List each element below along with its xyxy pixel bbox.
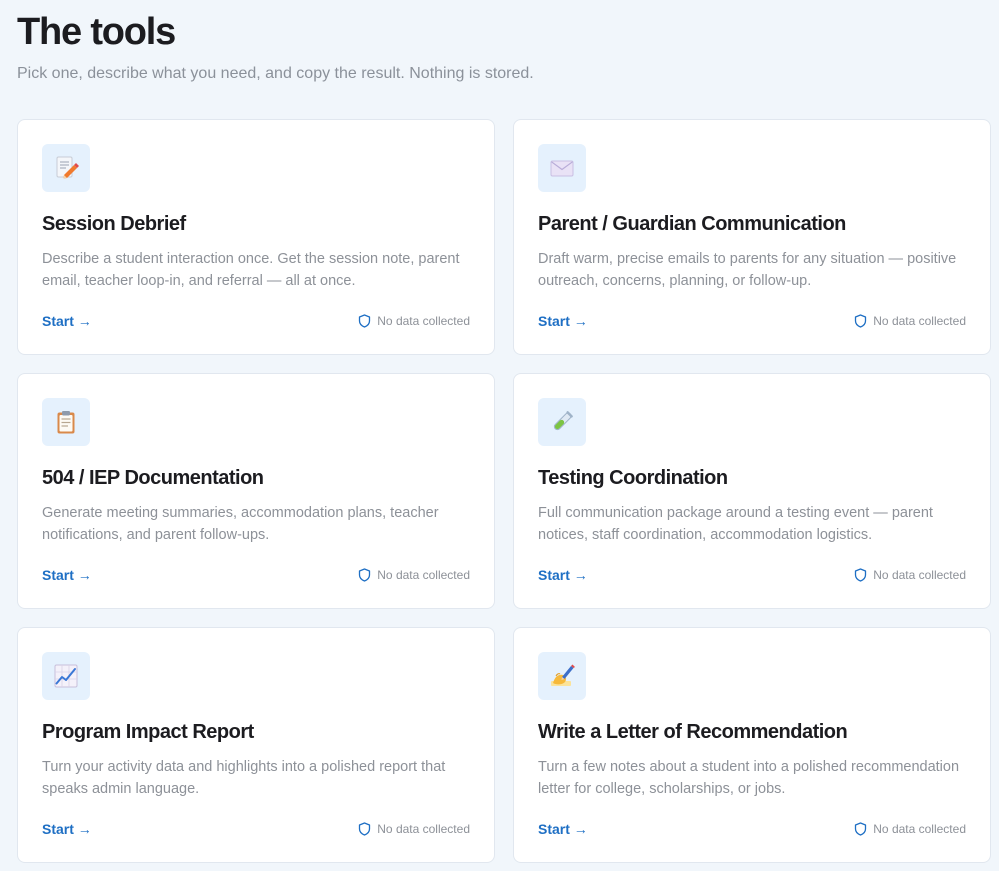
shield-icon [359,314,371,328]
tools-page: The tools Pick one, describe what you ne… [0,0,999,871]
shield-icon [855,822,867,836]
privacy-label: No data collected [377,822,470,836]
privacy-badge: No data collected [358,567,470,583]
page-subtitle: Pick one, describe what you need, and co… [17,65,534,82]
tool-card-title: Program Impact Report [42,721,254,743]
privacy-badge: No data collected [358,313,470,329]
test-tube-icon [538,398,586,446]
shield-icon [855,314,867,328]
privacy-badge: No data collected [854,567,966,583]
start-link[interactable]: Start → [538,312,588,330]
start-link[interactable]: Start → [42,820,92,838]
start-link[interactable]: Start → [42,312,92,330]
envelope-icon [538,144,586,192]
tool-card-session-debrief[interactable]: Session Debrief Describe a student inter… [17,119,495,355]
tool-card-description: Draft warm, precise emails to parents fo… [538,251,957,289]
privacy-badge: No data collected [854,821,966,837]
tool-card-title: Testing Coordination [538,467,728,489]
tool-card-description: Generate meeting summaries, accommodatio… [42,505,439,543]
tool-card-description: Describe a student interaction once. Get… [42,251,460,289]
tool-card-description: Full communication package around a test… [538,505,933,543]
tool-card-description: Turn a few notes about a student into a … [538,759,960,797]
shield-icon [855,568,867,582]
chart-increasing-icon [42,652,90,700]
start-link[interactable]: Start → [42,566,92,584]
shield-icon [359,568,371,582]
writing-hand-icon [538,652,586,700]
tool-card-description: Turn your activity data and highlights i… [42,759,446,797]
privacy-label: No data collected [873,314,966,328]
memo-pencil-icon [42,144,90,192]
tool-card-letter-of-recommendation[interactable]: Write a Letter of Recommendation Turn a … [513,627,991,863]
tool-card-program-impact-report[interactable]: Program Impact Report Turn your activity… [17,627,495,863]
privacy-badge: No data collected [854,313,966,329]
start-link[interactable]: Start → [538,820,588,838]
privacy-badge: No data collected [358,821,470,837]
tool-card-testing-coordination[interactable]: Testing Coordination Full communication … [513,373,991,609]
clipboard-icon [42,398,90,446]
shield-icon [359,822,371,836]
start-link[interactable]: Start → [538,566,588,584]
privacy-label: No data collected [873,568,966,582]
privacy-label: No data collected [873,822,966,836]
tool-card-parent-communication[interactable]: Parent / Guardian Communication Draft wa… [513,119,991,355]
privacy-label: No data collected [377,314,470,328]
tool-card-title: Write a Letter of Recommendation [538,721,848,743]
tool-card-title: 504 / IEP Documentation [42,467,264,489]
tool-card-504-iep-documentation[interactable]: 504 / IEP Documentation Generate meeting… [17,373,495,609]
tool-card-title: Session Debrief [42,213,186,235]
privacy-label: No data collected [377,568,470,582]
tool-card-title: Parent / Guardian Communication [538,213,846,235]
page-title: The tools [17,11,176,53]
